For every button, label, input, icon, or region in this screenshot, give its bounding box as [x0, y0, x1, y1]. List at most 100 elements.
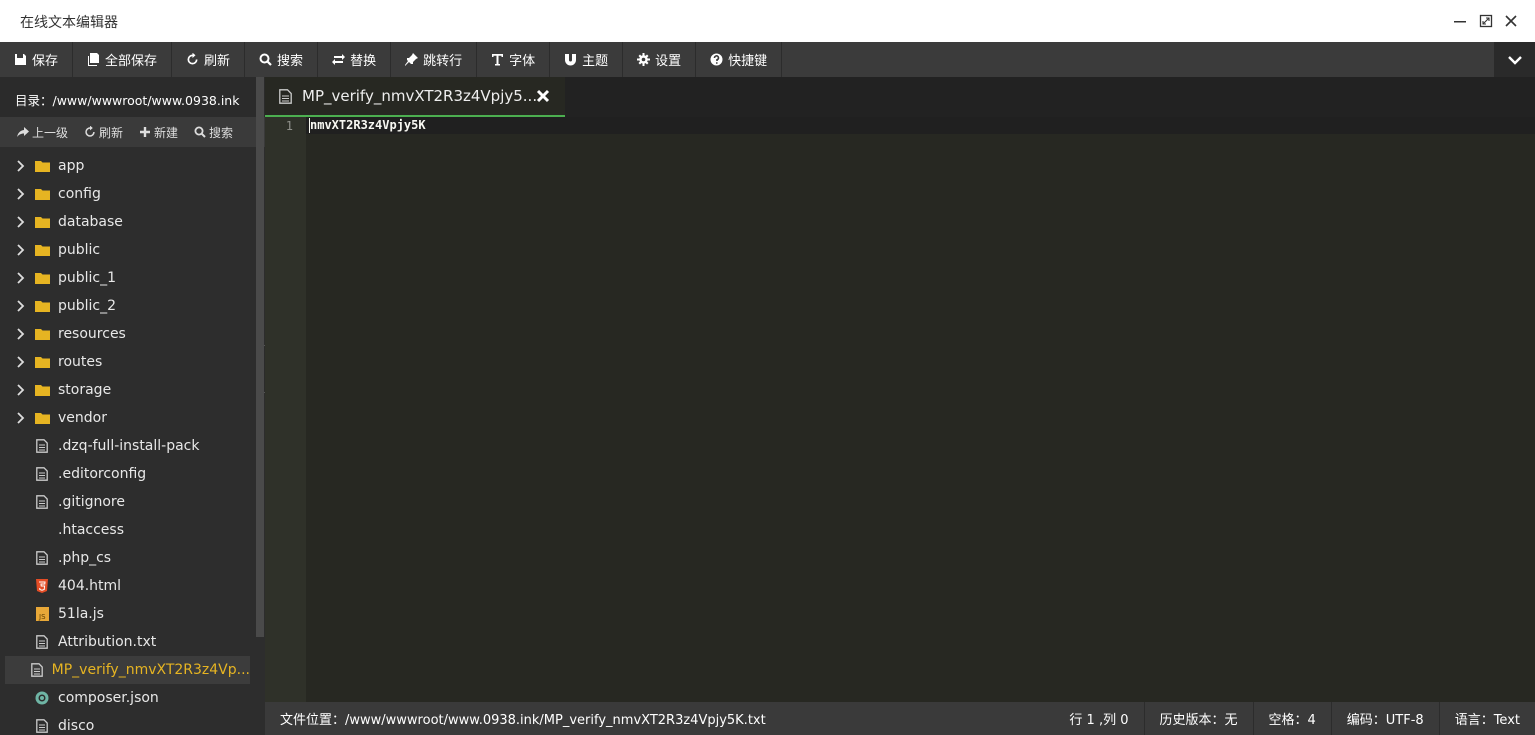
save-all-button[interactable]: 全部保存 [73, 42, 173, 77]
tree-folder-config[interactable]: config [0, 180, 250, 208]
editor-tabbar: MP_verify_nmvXT2R3z4Vpjy5... [265, 77, 1535, 117]
code-editor[interactable]: 1 nmvXT2R3z4Vpjy5K [265, 117, 1535, 702]
tree-file-disco[interactable]: disco [0, 712, 250, 735]
magnet-icon [564, 53, 577, 66]
font-button[interactable]: 字体 [477, 42, 551, 77]
tree-file-dzq-full-install-pack[interactable]: .dzq-full-install-pack [0, 432, 250, 460]
tree-item-label: resources [58, 326, 126, 342]
pin-icon [405, 53, 419, 66]
tree-item-label: Attribution.txt [58, 634, 157, 650]
tree-folder-public-2[interactable]: public_2 [0, 292, 250, 320]
tree-file-php-cs[interactable]: .php_cs [0, 544, 250, 572]
refresh-button[interactable]: 刷新 [172, 42, 246, 77]
settings-label: 设置 [655, 54, 682, 69]
tree-item-label: 51la.js [58, 606, 104, 622]
chevron-right-icon [16, 384, 28, 396]
save-label: 保存 [32, 54, 59, 69]
replace-label: 替换 [350, 54, 377, 69]
replace-button[interactable]: 替换 [318, 42, 392, 77]
tree-file-gitignore[interactable]: .gitignore [0, 488, 250, 516]
theme-label: 主题 [582, 54, 609, 69]
editor-tab[interactable]: MP_verify_nmvXT2R3z4Vpjy5... [265, 77, 565, 117]
tree-folder-database[interactable]: database [0, 208, 250, 236]
folder-icon [34, 271, 50, 285]
search-button[interactable]: 搜索 [245, 42, 319, 77]
tree-folder-vendor[interactable]: vendor [0, 404, 250, 432]
tree-file-attribution-txt[interactable]: Attribution.txt [0, 628, 250, 656]
save-button[interactable]: 保存 [0, 42, 74, 77]
chevron-right-icon [16, 356, 28, 368]
tree-file-404-html[interactable]: 404.html [0, 572, 250, 600]
save-all-icon [87, 53, 100, 66]
tree-file-51la-js[interactable]: JS 51la.js [0, 600, 250, 628]
tree-file-composer-json[interactable]: composer.json [0, 684, 250, 712]
html5-icon [34, 579, 50, 593]
theme-button[interactable]: 主题 [550, 42, 624, 77]
goto-line-button[interactable]: 跳转行 [391, 42, 478, 77]
close-tab-icon[interactable] [535, 88, 551, 104]
text-cursor [309, 118, 310, 133]
toolbar-expand-button[interactable] [1494, 42, 1535, 77]
close-button[interactable] [1503, 13, 1519, 29]
save-icon [14, 53, 27, 66]
tree-file-htaccess[interactable]: .htaccess [0, 516, 250, 544]
directory-path: 目录：/www/wwwroot/www.0938.ink [0, 77, 265, 117]
file-text-icon [34, 467, 50, 481]
search-label: 搜索 [277, 54, 304, 69]
sidebar-scrollbar[interactable] [256, 77, 264, 637]
tree-folder-public-1[interactable]: public_1 [0, 264, 250, 292]
language-setting[interactable]: 语言：Text [1438, 702, 1535, 735]
toolbar: 保存 全部保存 刷新 搜索 替换 跳转行 字体 主题 设置 快捷键 [0, 42, 1535, 77]
share-icon [17, 127, 29, 137]
maximize-button[interactable] [1478, 13, 1494, 29]
svg-text:JS: JS [38, 613, 46, 621]
indent-setting[interactable]: 空格：4 [1252, 702, 1331, 735]
tree-item-label: .dzq-full-install-pack [58, 438, 200, 454]
minimize-button[interactable] [1452, 13, 1468, 29]
js-file-icon: JS [34, 607, 50, 621]
tree-file-mp-verify[interactable]: MP_verify_nmvXT2R3z4Vp... [5, 656, 250, 684]
new-file-button[interactable]: 新建 [139, 124, 178, 141]
new-file-label: 新建 [154, 125, 179, 140]
parent-dir-button[interactable]: 上一级 [17, 124, 68, 141]
chevron-right-icon [16, 188, 28, 200]
tree-folder-public[interactable]: public [0, 236, 250, 264]
editor-tab-title: MP_verify_nmvXT2R3z4Vpjy5... [302, 87, 538, 105]
tree-folder-resources[interactable]: resources [0, 320, 250, 348]
folder-icon [34, 355, 50, 369]
tree-item-label: public [58, 242, 101, 258]
history-version[interactable]: 历史版本：无 [1143, 702, 1253, 735]
tree-item-label: .editorconfig [58, 466, 147, 482]
sidebar-search-label: 搜索 [209, 125, 234, 140]
code-line[interactable]: nmvXT2R3z4Vpjy5K [310, 118, 426, 132]
tree-folder-storage[interactable]: storage [0, 376, 250, 404]
tree-file-editorconfig[interactable]: .editorconfig [0, 460, 250, 488]
file-text-icon [34, 439, 50, 453]
goto-line-label: 跳转行 [423, 54, 463, 69]
chevron-right-icon [16, 244, 28, 256]
tree-item-label: routes [58, 354, 103, 370]
file-text-icon [31, 663, 44, 677]
tree-item-label: .php_cs [58, 550, 112, 566]
folder-icon [34, 327, 50, 341]
file-text-icon [34, 551, 50, 565]
tree-folder-app[interactable]: app [0, 152, 250, 180]
tree-folder-routes[interactable]: routes [0, 348, 250, 376]
tree-item-label: composer.json [58, 690, 159, 706]
chevron-right-icon [16, 216, 28, 228]
file-text-icon [34, 495, 50, 509]
tree-item-label: storage [58, 382, 112, 398]
tree-item-label: app [58, 158, 85, 174]
sidebar-refresh-button[interactable]: 刷新 [84, 124, 123, 141]
sidebar-search-button[interactable]: 搜索 [194, 124, 233, 141]
settings-button[interactable]: 设置 [623, 42, 697, 77]
tree-item-label: database [58, 214, 123, 230]
chevron-right-icon [16, 300, 28, 312]
tree-item-label: vendor [58, 410, 107, 426]
font-icon [491, 53, 504, 66]
file-text-icon [34, 719, 50, 733]
encoding-setting[interactable]: 编码：UTF-8 [1330, 702, 1439, 735]
line-number: 1 [285, 119, 293, 133]
shortcuts-button[interactable]: 快捷键 [696, 42, 783, 77]
chevron-right-icon [16, 160, 28, 172]
